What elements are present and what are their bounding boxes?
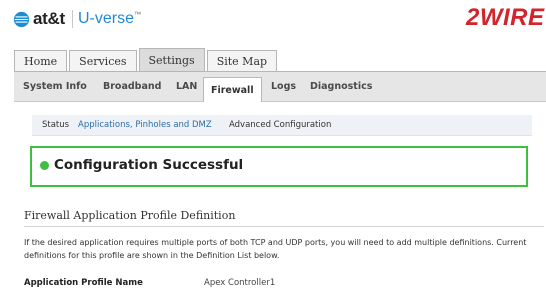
2wire-logo: 2WIRE xyxy=(466,4,545,31)
subtab-lan[interactable]: LAN xyxy=(176,81,197,92)
header: at&t U-verse™ 2WIRE xyxy=(0,0,546,38)
firewall-nav: Status Applications, Pinholes and DMZ Ad… xyxy=(32,115,532,136)
nav-advanced-configuration[interactable]: Advanced Configuration xyxy=(229,120,331,130)
main-content: Status Applications, Pinholes and DMZ Ad… xyxy=(14,102,546,288)
section-description: If the desired application requires mult… xyxy=(24,238,527,260)
subtab-firewall[interactable]: Firewall xyxy=(203,77,262,102)
tab-services[interactable]: Services xyxy=(69,50,137,71)
uverse-logo: U-verse™ xyxy=(78,10,142,27)
subtab-logs[interactable]: Logs xyxy=(271,81,296,92)
settings-subnav: System Info Broadband LAN Firewall Logs … xyxy=(14,72,546,102)
success-message: Configuration Successful xyxy=(54,157,244,173)
subtab-diagnostics[interactable]: Diagnostics xyxy=(310,81,372,92)
section-title: Firewall Application Profile Definition xyxy=(24,209,236,222)
main-tabs: Home Services Settings Site Map xyxy=(14,48,279,72)
logo-divider xyxy=(72,10,73,28)
tab-site-map[interactable]: Site Map xyxy=(206,50,278,71)
success-alert: Configuration Successful xyxy=(30,146,528,187)
nav-applications-pinholes-dmz[interactable]: Applications, Pinholes and DMZ xyxy=(78,120,212,130)
subtab-broadband[interactable]: Broadband xyxy=(103,81,161,92)
success-dot-icon xyxy=(40,161,49,170)
tab-home[interactable]: Home xyxy=(14,50,68,71)
tab-settings[interactable]: Settings xyxy=(138,48,205,72)
nav-status[interactable]: Status xyxy=(42,120,69,130)
att-logo: at&t xyxy=(33,9,65,28)
subtab-system-info[interactable]: System Info xyxy=(23,81,87,92)
section-divider xyxy=(24,226,544,227)
att-globe-icon xyxy=(13,11,30,28)
